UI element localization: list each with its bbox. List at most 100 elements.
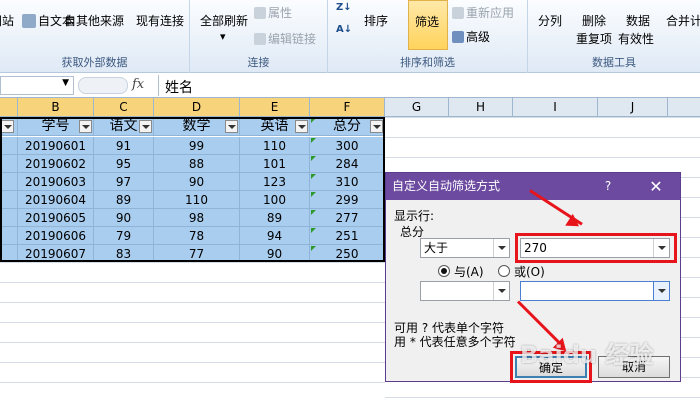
- chevron-down-icon[interactable]: [653, 239, 669, 257]
- table-cell[interactable]: 110: [154, 191, 240, 209]
- existing-connections-button[interactable]: 现有连接: [136, 12, 184, 29]
- filter-dropdown-icon[interactable]: [1, 120, 14, 133]
- filter-dropdown-icon[interactable]: [370, 120, 383, 133]
- table-cell[interactable]: 88: [154, 155, 240, 173]
- remove-duplicates-button-line2[interactable]: 重复项: [576, 30, 612, 47]
- header-cell-student-id[interactable]: 学号: [18, 117, 94, 136]
- table-cell[interactable]: 89: [240, 209, 310, 227]
- header-cell-chinese[interactable]: 语文: [94, 117, 154, 136]
- header-cell-total[interactable]: 总分: [310, 117, 385, 136]
- filter-dropdown-icon[interactable]: [79, 120, 92, 133]
- row-cell-a[interactable]: [0, 209, 18, 227]
- insert-function-icon[interactable]: fx: [132, 77, 144, 92]
- chevron-down-icon[interactable]: [493, 282, 509, 300]
- sort-az-icon[interactable]: Z↓: [336, 2, 352, 13]
- data-validation-button-line2[interactable]: 有效性: [618, 30, 654, 47]
- table-cell[interactable]: 250: [310, 245, 385, 263]
- filter-dropdown-icon[interactable]: [139, 120, 152, 133]
- table-cell[interactable]: 94: [240, 227, 310, 245]
- row-cell-a[interactable]: [0, 191, 18, 209]
- name-box-dropdown-icon[interactable]: ▼: [62, 78, 69, 88]
- table-cell[interactable]: 95: [94, 155, 154, 173]
- table-cell[interactable]: 90: [154, 173, 240, 191]
- formula-input[interactable]: 姓名: [158, 75, 700, 96]
- refresh-all-button[interactable]: 全部刷新: [200, 12, 248, 29]
- table-cell[interactable]: 91: [94, 137, 154, 155]
- table-cell[interactable]: 98: [154, 209, 240, 227]
- table-cell[interactable]: 90: [240, 245, 310, 263]
- table-cell[interactable]: 20190605: [18, 209, 94, 227]
- remove-duplicates-button[interactable]: 删除: [576, 12, 606, 29]
- table-cell[interactable]: 284: [310, 155, 385, 173]
- column-header-f[interactable]: F: [310, 98, 385, 117]
- row-cell-a[interactable]: [0, 155, 18, 173]
- column-header-k[interactable]: [668, 98, 700, 117]
- consolidate-button[interactable]: 合并计: [666, 12, 700, 29]
- column-header-a[interactable]: [0, 98, 18, 117]
- table-cell[interactable]: 101: [240, 155, 310, 173]
- or-radio-label[interactable]: 或(O): [514, 263, 545, 280]
- header-cell-a[interactable]: [0, 117, 18, 136]
- column-header-e[interactable]: E: [240, 98, 310, 117]
- sort-za-icon[interactable]: A↓: [336, 24, 352, 35]
- table-cell[interactable]: 277: [310, 209, 385, 227]
- column-header-b[interactable]: B: [18, 98, 94, 117]
- table-cell[interactable]: 20190601: [18, 137, 94, 155]
- table-cell[interactable]: 20190602: [18, 155, 94, 173]
- from-other-sources-button[interactable]: 自其他来源: [64, 12, 124, 29]
- table-cell[interactable]: 251: [310, 227, 385, 245]
- sort-button[interactable]: 排序: [364, 12, 388, 29]
- chevron-down-icon[interactable]: [493, 239, 509, 257]
- table-cell[interactable]: 99: [154, 137, 240, 155]
- and-radio[interactable]: [438, 265, 450, 277]
- row-cell-a[interactable]: [0, 245, 18, 263]
- refresh-dropdown-icon[interactable]: ▾: [220, 30, 226, 43]
- operator-select-2[interactable]: [420, 281, 510, 301]
- table-cell[interactable]: 83: [94, 245, 154, 263]
- operator-select-1[interactable]: 大于: [420, 238, 510, 258]
- table-cell[interactable]: 20190604: [18, 191, 94, 209]
- filter-button[interactable]: 筛选: [408, 0, 448, 50]
- column-header-h[interactable]: H: [449, 98, 513, 117]
- filter-dropdown-icon[interactable]: [225, 120, 238, 133]
- advanced-button[interactable]: 高级: [452, 28, 490, 45]
- row-cell-a[interactable]: [0, 173, 18, 191]
- table-cell[interactable]: 300: [310, 137, 385, 155]
- column-header-j[interactable]: J: [598, 98, 668, 117]
- column-header-c[interactable]: C: [94, 98, 154, 117]
- row-cell-a[interactable]: [0, 227, 18, 245]
- header-cell-math[interactable]: 数学: [154, 117, 240, 136]
- table-cell[interactable]: 123: [240, 173, 310, 191]
- reapply-button[interactable]: 重新应用: [452, 4, 514, 21]
- text-to-columns-button[interactable]: 分列: [538, 12, 562, 29]
- table-cell[interactable]: 110: [240, 137, 310, 155]
- properties-button[interactable]: 属性: [254, 4, 292, 21]
- formula-bar-expander[interactable]: [78, 77, 128, 94]
- empty-grid-bottom[interactable]: [0, 262, 385, 400]
- value-input-1[interactable]: 270: [520, 238, 670, 258]
- table-cell[interactable]: 78: [154, 227, 240, 245]
- table-cell[interactable]: 90: [94, 209, 154, 227]
- table-cell[interactable]: 89: [94, 191, 154, 209]
- table-cell[interactable]: 20190607: [18, 245, 94, 263]
- close-icon[interactable]: ✕: [644, 173, 668, 200]
- table-cell[interactable]: 299: [310, 191, 385, 209]
- help-icon[interactable]: ?: [596, 173, 620, 200]
- header-cell-english[interactable]: 英语: [240, 117, 310, 136]
- column-header-i[interactable]: I: [513, 98, 598, 117]
- table-cell[interactable]: 100: [240, 191, 310, 209]
- name-box[interactable]: ▼: [0, 76, 74, 95]
- value-input-2[interactable]: [520, 281, 670, 301]
- column-header-g[interactable]: G: [385, 98, 449, 117]
- table-cell[interactable]: 97: [94, 173, 154, 191]
- data-validation-button[interactable]: 数据: [626, 12, 650, 29]
- or-radio[interactable]: [498, 265, 510, 277]
- edit-links-button[interactable]: 编辑链接: [254, 30, 316, 47]
- table-cell[interactable]: 20190606: [18, 227, 94, 245]
- table-cell[interactable]: 77: [154, 245, 240, 263]
- column-header-d[interactable]: D: [154, 98, 240, 117]
- table-cell[interactable]: 310: [310, 173, 385, 191]
- table-cell[interactable]: 79: [94, 227, 154, 245]
- table-cell[interactable]: 20190603: [18, 173, 94, 191]
- web-button[interactable]: 网站: [0, 12, 14, 29]
